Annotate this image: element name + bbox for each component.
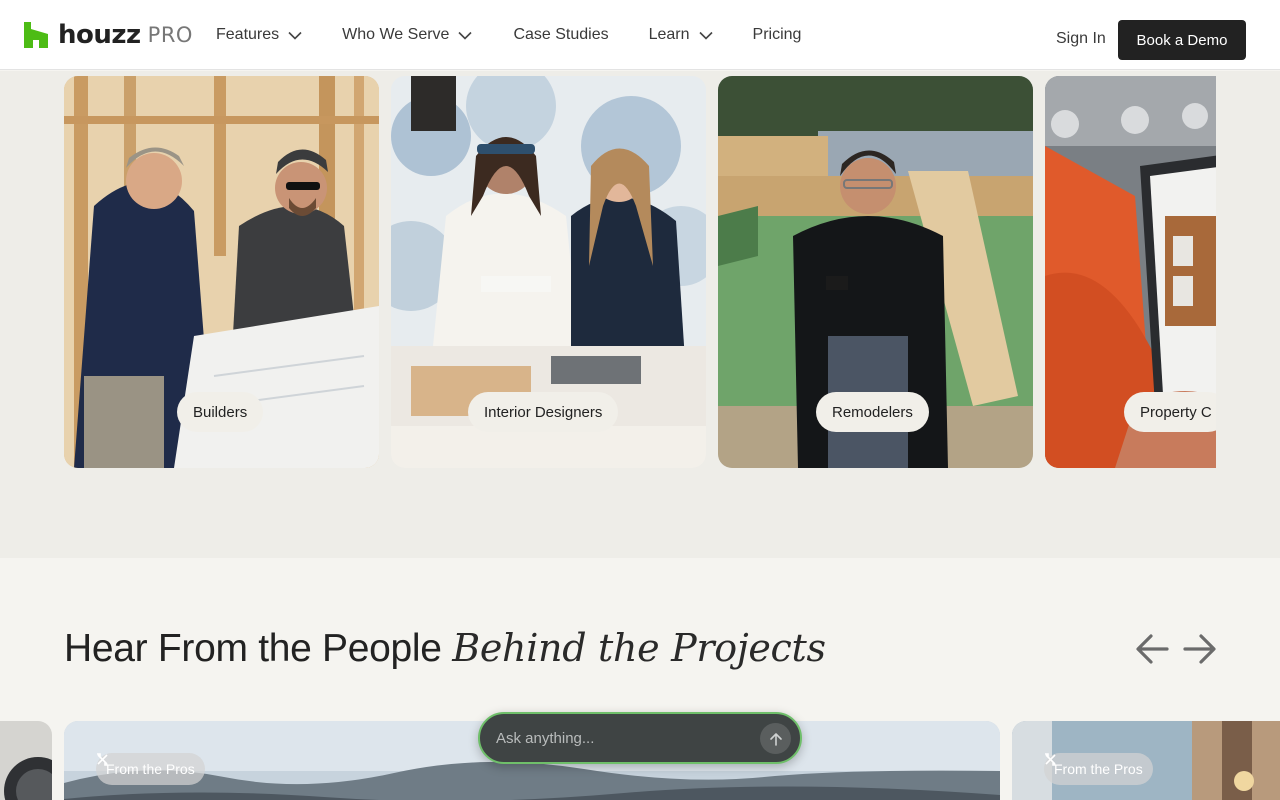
chevron-down-icon <box>458 31 473 40</box>
audience-card-interior-designers[interactable]: Interior Designers <box>391 76 706 468</box>
book-demo-button[interactable]: Book a Demo <box>1118 20 1246 60</box>
ask-send-button[interactable] <box>760 723 791 754</box>
tools-icon <box>1045 753 1056 766</box>
ask-input[interactable] <box>496 729 746 747</box>
nav-learn-label: Learn <box>648 26 690 43</box>
story-photo-previous <box>0 721 52 800</box>
story-tag-main: From the Pros <box>96 753 205 785</box>
story-card-next[interactable]: From the Pros <box>1012 721 1280 800</box>
nav-learn[interactable]: Learn <box>649 26 713 44</box>
testimonials-heading-plain: Hear From the People <box>64 627 453 670</box>
houzz-logo-icon <box>24 22 48 48</box>
testimonials-heading: Hear From the People Behind the Projects <box>64 626 826 671</box>
audience-card-builders[interactable]: Builders <box>64 76 379 468</box>
nav-who-we-serve[interactable]: Who We Serve <box>342 26 473 44</box>
chevron-down-icon <box>698 31 713 40</box>
story-card-previous[interactable] <box>0 721 52 800</box>
nav-features[interactable]: Features <box>216 26 302 44</box>
chevron-down-icon <box>288 31 302 40</box>
testimonials-heading-italic: Behind the Projects <box>452 626 826 670</box>
ask-assistant-bar <box>478 712 802 764</box>
audience-label-builders: Builders <box>177 392 264 432</box>
nav-who-we-serve-label: Who We Serve <box>342 26 450 43</box>
houzz-pro-logo[interactable]: houzz PRO <box>24 22 193 48</box>
tools-icon <box>97 753 108 766</box>
nav-pricing[interactable]: Pricing <box>753 26 802 44</box>
nav-features-label: Features <box>216 26 280 43</box>
audience-label-remodelers: Remodelers <box>816 392 929 432</box>
sign-in-link[interactable]: Sign In <box>1056 30 1106 48</box>
nav-case-studies-label: Case Studies <box>513 26 609 43</box>
story-tag-next-label: From the Pros <box>1054 761 1143 777</box>
audience-carousel: Builders Interior Designers Remodelers P… <box>64 76 1216 468</box>
arrow-left-icon[interactable] <box>1135 632 1169 666</box>
audience-card-remodelers[interactable]: Remodelers <box>718 76 1033 468</box>
nav-case-studies[interactable]: Case Studies <box>513 26 608 44</box>
main-nav: Features Who We Serve Case Studies Learn… <box>216 0 841 70</box>
audience-section: Builders Interior Designers Remodelers P… <box>0 71 1280 558</box>
logo-pro-suffix: PRO <box>147 23 193 47</box>
audience-label-property: Property C <box>1124 392 1216 432</box>
logo-wordmark: houzz <box>58 20 141 50</box>
nav-pricing-label: Pricing <box>752 26 802 43</box>
arrow-right-icon[interactable] <box>1183 632 1217 666</box>
audience-card-property[interactable]: Property C <box>1045 76 1216 468</box>
arrow-up-icon <box>769 732 782 746</box>
site-header: houzz PRO Features Who We Serve Case Stu… <box>0 0 1280 70</box>
audience-label-interior-designers: Interior Designers <box>468 392 619 432</box>
story-tag-main-label: From the Pros <box>106 761 195 777</box>
story-tag-next: From the Pros <box>1044 753 1153 785</box>
